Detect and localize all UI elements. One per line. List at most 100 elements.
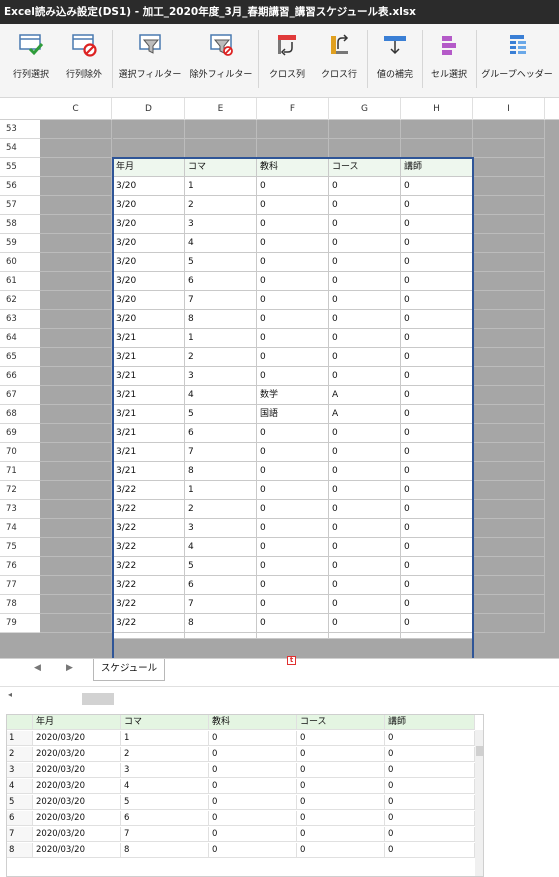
empty-cell[interactable] — [40, 576, 112, 595]
empty-cell[interactable] — [473, 253, 545, 272]
row-header[interactable]: 63 — [0, 310, 40, 329]
table-cell[interactable]: 国語 — [257, 405, 329, 424]
empty-cell[interactable] — [473, 234, 545, 253]
table-cell[interactable]: 0 — [401, 405, 473, 424]
table-cell[interactable]: 3/20 — [113, 310, 185, 329]
row-header[interactable]: 57 — [0, 196, 40, 215]
table-cell[interactable]: 0 — [329, 595, 401, 614]
row-header[interactable]: 56 — [0, 177, 40, 196]
column-header-d[interactable]: D — [113, 98, 185, 120]
table-cell[interactable]: 7 — [185, 595, 257, 614]
table-cell[interactable]: 3/21 — [113, 386, 185, 405]
table-cell[interactable]: 0 — [401, 367, 473, 386]
row-header[interactable]: 58 — [0, 215, 40, 234]
row-header[interactable]: 79 — [0, 614, 40, 633]
table-cell[interactable]: 3/22 — [113, 595, 185, 614]
empty-cell[interactable] — [329, 139, 401, 158]
table-cell[interactable]: 5 — [185, 557, 257, 576]
row-header[interactable]: 74 — [0, 519, 40, 538]
empty-cell[interactable] — [40, 215, 112, 234]
table-cell[interactable]: 6 — [185, 424, 257, 443]
table-cell[interactable]: 8 — [185, 462, 257, 481]
table-cell[interactable]: 3/21 — [113, 443, 185, 462]
table-cell[interactable]: 3/20 — [113, 234, 185, 253]
table-header-cell[interactable]: 年月 — [113, 158, 185, 177]
sheet-tab-schedule[interactable]: スケジュール — [93, 659, 165, 681]
empty-cell[interactable] — [40, 481, 112, 500]
table-cell[interactable]: 0 — [401, 253, 473, 272]
table-cell[interactable]: 0 — [257, 424, 329, 443]
row-header[interactable]: 67 — [0, 386, 40, 405]
table-cell[interactable]: 2 — [185, 500, 257, 519]
table-cell[interactable]: 3/22 — [113, 557, 185, 576]
row-header[interactable]: 70 — [0, 443, 40, 462]
table-cell[interactable]: 0 — [257, 614, 329, 633]
table-cell[interactable]: 0 — [257, 291, 329, 310]
empty-cell[interactable] — [473, 139, 545, 158]
column-header-h[interactable]: H — [401, 98, 473, 120]
empty-cell[interactable] — [401, 120, 473, 139]
empty-cell[interactable] — [40, 614, 112, 633]
cell-select-button[interactable]: セル選択 — [424, 32, 474, 92]
row-header[interactable]: 69 — [0, 424, 40, 443]
row-header[interactable]: 75 — [0, 538, 40, 557]
spreadsheet-grid[interactable]: CDEFGHI 53 54 55 年月 コマ 教科 コース 講師 56 3/20 1 0 0 0 57 3/2… — [0, 98, 559, 658]
empty-cell[interactable] — [40, 519, 112, 538]
table-cell[interactable]: 0 — [401, 481, 473, 500]
table-cell[interactable]: 0 — [401, 595, 473, 614]
empty-cell[interactable] — [40, 139, 112, 158]
table-cell[interactable]: 0 — [257, 253, 329, 272]
table-cell[interactable]: 0 — [401, 519, 473, 538]
horizontal-scrollbar[interactable]: ◂ — [0, 686, 559, 706]
table-cell[interactable]: 0 — [329, 177, 401, 196]
table-cell[interactable]: A — [329, 386, 401, 405]
table-cell[interactable]: 0 — [329, 215, 401, 234]
table-cell[interactable]: A — [329, 405, 401, 424]
table-cell[interactable]: 2 — [185, 348, 257, 367]
table-cell[interactable]: 0 — [257, 462, 329, 481]
table-cell[interactable]: 0 — [401, 386, 473, 405]
exclude-filter-button[interactable]: 除外フィルター — [187, 32, 255, 92]
empty-cell[interactable] — [40, 158, 112, 177]
table-cell[interactable]: 0 — [401, 443, 473, 462]
table-cell[interactable]: 0 — [401, 500, 473, 519]
table-cell[interactable]: 0 — [401, 234, 473, 253]
empty-cell[interactable] — [40, 291, 112, 310]
table-cell[interactable]: 0 — [401, 329, 473, 348]
table-cell[interactable]: 3/22 — [113, 576, 185, 595]
table-cell[interactable]: 1 — [185, 329, 257, 348]
table-cell[interactable]: 8 — [185, 310, 257, 329]
table-cell[interactable]: 0 — [401, 614, 473, 633]
table-cell[interactable]: 0 — [257, 196, 329, 215]
table-cell[interactable]: 7 — [185, 443, 257, 462]
row-header[interactable]: 68 — [0, 405, 40, 424]
table-cell[interactable]: 3/22 — [113, 614, 185, 633]
table-cell[interactable]: 0 — [257, 329, 329, 348]
empty-cell[interactable] — [40, 386, 112, 405]
row-header[interactable]: 77 — [0, 576, 40, 595]
table-cell[interactable]: 6 — [185, 576, 257, 595]
table-cell[interactable]: 0 — [329, 500, 401, 519]
table-cell[interactable]: 0 — [401, 177, 473, 196]
table-cell[interactable]: 0 — [329, 367, 401, 386]
table-cell[interactable]: 0 — [329, 329, 401, 348]
empty-cell[interactable] — [473, 158, 545, 177]
table-cell[interactable]: 1 — [185, 481, 257, 500]
empty-cell[interactable] — [40, 443, 112, 462]
column-header-g[interactable]: G — [329, 98, 401, 120]
empty-cell[interactable] — [473, 272, 545, 291]
table-cell[interactable]: 0 — [257, 443, 329, 462]
empty-cell[interactable] — [40, 310, 112, 329]
table-cell[interactable]: 0 — [257, 519, 329, 538]
table-cell[interactable]: 8 — [185, 614, 257, 633]
empty-cell[interactable] — [473, 614, 545, 633]
empty-cell[interactable] — [473, 291, 545, 310]
row-header[interactable]: 78 — [0, 595, 40, 614]
table-cell-partial[interactable] — [185, 633, 257, 639]
table-cell[interactable]: 5 — [185, 405, 257, 424]
empty-cell[interactable] — [473, 538, 545, 557]
table-cell[interactable]: 0 — [257, 272, 329, 291]
table-cell[interactable]: 0 — [329, 196, 401, 215]
empty-cell[interactable] — [473, 120, 545, 139]
table-cell[interactable]: 0 — [329, 443, 401, 462]
